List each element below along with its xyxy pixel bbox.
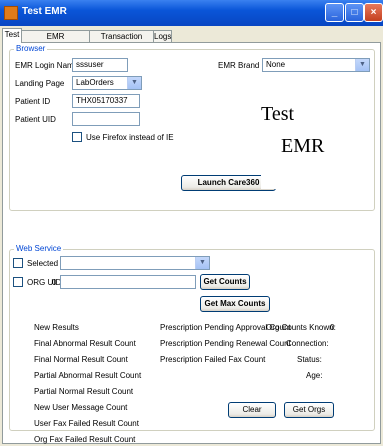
minimize-button[interactable]: _ xyxy=(325,3,344,22)
org-uid-value: 0 xyxy=(52,278,57,287)
patient-id-input[interactable]: THX05170337 xyxy=(72,94,140,108)
logo-line-1: Test xyxy=(261,103,295,125)
selected-org-checkbox[interactable] xyxy=(13,258,23,268)
count-partial-abnormal: Partial Abnormal Result Count xyxy=(34,371,142,380)
window-title: Test EMR xyxy=(22,6,67,17)
chevron-down-icon[interactable]: ▼ xyxy=(127,77,141,89)
chevron-down-icon[interactable]: ▼ xyxy=(355,59,369,71)
status-label: Status: xyxy=(297,355,322,364)
browser-group-legend: Browser xyxy=(14,44,48,53)
org-uid-label: ORG UID: xyxy=(27,278,64,287)
get-orgs-button[interactable]: Get Orgs xyxy=(284,402,334,418)
close-button[interactable]: × xyxy=(364,3,383,22)
connection-label: Connection: xyxy=(286,339,329,348)
login-name-label: EMR Login Name xyxy=(15,61,79,70)
patient-id-label: Patient ID xyxy=(15,97,51,106)
chevron-down-icon[interactable]: ▼ xyxy=(195,257,209,269)
emr-brand-value: None xyxy=(266,60,286,69)
get-max-counts-button[interactable]: Get Max Counts xyxy=(200,296,270,312)
web-service-group: Web Service Selected Org: ▼ ORG UID: 0 G… xyxy=(9,244,375,444)
org-uid-checkbox[interactable] xyxy=(13,277,23,287)
org-counts-known-label: Org Counts Known: xyxy=(266,323,336,332)
login-name-input[interactable]: sssuser xyxy=(72,58,128,72)
age-label: Age: xyxy=(306,371,323,380)
patient-uid-input[interactable] xyxy=(72,112,140,126)
tab-panel-test: Browser EMR Login Name sssuser Landing P… xyxy=(2,42,381,444)
emr-brand-select[interactable]: None ▼ xyxy=(262,58,370,72)
count-rx-pending-renewal: Prescription Pending Renewal Count xyxy=(160,339,291,348)
clear-button[interactable]: Clear xyxy=(228,402,276,418)
count-partial-normal: Partial Normal Result Count xyxy=(34,387,134,396)
count-new-user-message: New User Message Count xyxy=(34,403,128,412)
landing-page-label: Landing Page xyxy=(15,79,65,88)
count-new-results: New Results xyxy=(34,323,79,332)
maximize-button[interactable]: □ xyxy=(345,3,364,22)
org-uid-input[interactable] xyxy=(60,275,196,289)
tab-test[interactable]: Test xyxy=(2,28,22,43)
emr-brand-label: EMR Brand xyxy=(218,61,260,70)
test-emr-logo: Test EMR xyxy=(261,101,337,189)
title-bar[interactable]: Test EMR _ □ × xyxy=(0,0,383,26)
count-user-fax-failed: User Fax Failed Result Count xyxy=(34,419,139,428)
app-window: Test EMR _ □ × Test EMR Configuration Tr… xyxy=(0,0,383,446)
landing-page-select[interactable]: LabOrders ▼ xyxy=(72,76,142,90)
count-org-fax-failed: Org Fax Failed Result Count xyxy=(34,435,136,444)
count-rx-failed-fax: Prescription Failed Fax Count xyxy=(160,355,266,364)
logo-line-2: EMR xyxy=(281,135,325,157)
count-final-abnormal: Final Abnormal Result Count xyxy=(34,339,136,348)
count-final-normal: Final Normal Result Count xyxy=(34,355,128,364)
landing-page-value: LabOrders xyxy=(76,78,114,87)
org-counts-known-value: 0 xyxy=(330,323,335,332)
use-firefox-checkbox[interactable] xyxy=(72,132,82,142)
app-icon xyxy=(4,6,18,20)
patient-uid-label: Patient UID xyxy=(15,115,56,124)
selected-org-select[interactable]: ▼ xyxy=(60,256,210,270)
get-counts-button[interactable]: Get Counts xyxy=(200,274,250,290)
web-service-group-legend: Web Service xyxy=(14,244,64,253)
use-firefox-label: Use Firefox instead of IE xyxy=(86,133,174,142)
